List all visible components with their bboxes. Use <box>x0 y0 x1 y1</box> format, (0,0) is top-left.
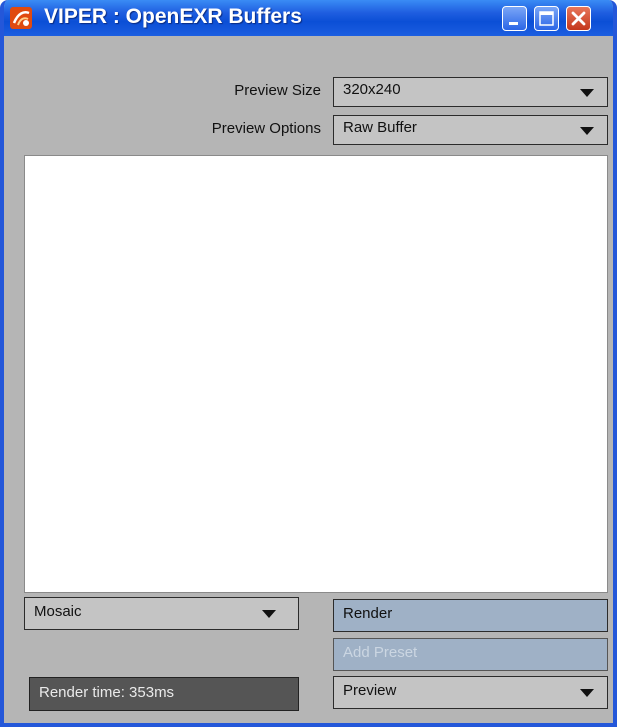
render-time-text: Render time: 353ms <box>39 684 175 701</box>
chevron-down-icon <box>580 127 594 135</box>
chevron-down-icon <box>262 610 276 618</box>
preview-size-label: Preview Size <box>234 82 321 99</box>
render-button-label: Render <box>343 605 393 622</box>
chevron-down-icon <box>580 689 594 697</box>
close-button[interactable] <box>566 6 591 31</box>
preset-dropdown[interactable]: Preview <box>333 676 608 709</box>
add-preset-button-label: Add Preset <box>343 644 418 661</box>
preview-options-value: Raw Buffer <box>343 119 417 136</box>
preview-size-value: 320x240 <box>343 81 401 98</box>
title-bar[interactable]: VIPER : OpenEXR Buffers <box>4 0 613 36</box>
maximize-button[interactable] <box>534 6 559 31</box>
chevron-down-icon <box>580 89 594 97</box>
render-time-status: Render time: 353ms <box>29 677 299 711</box>
maximize-icon <box>539 11 554 26</box>
window-title: VIPER : OpenEXR Buffers <box>44 5 302 28</box>
preview-options-label: Preview Options <box>211 120 321 137</box>
mode-dropdown[interactable]: Mosaic <box>24 597 299 630</box>
preview-size-dropdown[interactable]: 320x240 <box>333 77 608 107</box>
viper-icon[interactable] <box>10 7 32 29</box>
preset-value: Preview <box>343 682 397 699</box>
add-preset-button[interactable]: Add Preset <box>333 638 608 671</box>
minimize-button[interactable] <box>502 6 527 31</box>
preview-canvas[interactable] <box>24 155 608 593</box>
minimize-icon <box>509 22 518 25</box>
mode-value: Mosaic <box>34 603 82 620</box>
viper-window: VIPER : OpenEXR Buffers Preview Size 320… <box>0 0 617 727</box>
close-icon <box>571 11 586 26</box>
preview-options-dropdown[interactable]: Raw Buffer <box>333 115 608 145</box>
render-button[interactable]: Render <box>333 599 608 632</box>
